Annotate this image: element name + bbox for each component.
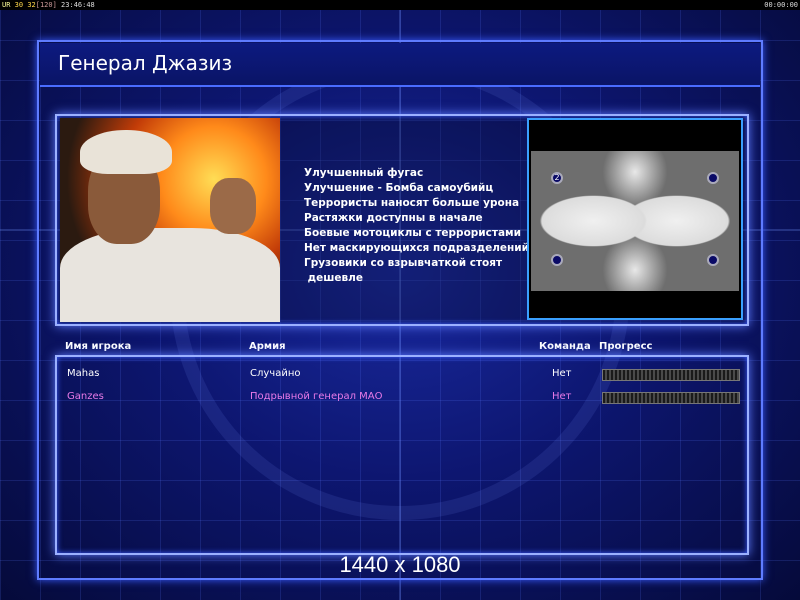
general-portrait — [60, 118, 280, 322]
stat-c: 32 — [27, 1, 36, 9]
desc-line: дешевле — [304, 272, 363, 284]
player-army: Подрывной генерал МАО — [250, 391, 383, 402]
desc-line: Растяжки доступны в начале — [304, 212, 483, 224]
load-progress-bar — [602, 369, 740, 381]
map-terrain — [531, 151, 739, 291]
game-timer: 00:00:00 — [764, 1, 798, 9]
desc-line: Улучшенный фугас — [304, 167, 424, 179]
debug-status-bar: UR 30 32[120] 23:46:48 00:00:00 — [0, 0, 800, 10]
player-team: Нет — [552, 368, 572, 379]
players-table: Mahas Случайно Нет Ganzes Подрывной гене… — [55, 355, 749, 555]
desc-line: Террористы наносят больше урона — [304, 197, 520, 209]
start-position-label: 2 — [554, 173, 560, 182]
col-team: Команда — [539, 341, 591, 352]
col-progress: Прогресс — [599, 341, 653, 352]
start-position-4[interactable] — [707, 254, 719, 266]
player-row: Mahas Случайно Нет — [57, 364, 751, 384]
stat-a: UR — [2, 1, 11, 9]
general-title: Генерал Джазиз — [58, 51, 233, 75]
player-team: Нет — [552, 391, 572, 402]
portrait-hand — [210, 178, 256, 234]
player-row: Ganzes Подрывной генерал МАО Нет — [57, 387, 751, 407]
start-position-2[interactable] — [707, 172, 719, 184]
col-army: Армия — [249, 341, 286, 352]
load-progress-bar — [602, 392, 740, 404]
start-position-1[interactable]: 2 — [551, 172, 563, 184]
portrait-turban — [80, 130, 172, 174]
desc-line: Нет маскирующихся подразделений — [304, 242, 529, 254]
desc-line: Улучшение - Бомба самоубийц — [304, 182, 494, 194]
resolution-caption: 1440 x 1080 — [339, 552, 461, 577]
portrait-robe — [60, 228, 280, 322]
stat-d: [120] — [35, 1, 57, 9]
general-description: Улучшенный фугас Улучшение - Бомба самоу… — [304, 166, 529, 286]
map-preview[interactable]: 2 — [527, 118, 743, 320]
player-name: Mahas — [67, 368, 100, 379]
player-army: Случайно — [250, 368, 301, 379]
start-position-3[interactable] — [551, 254, 563, 266]
clock: 23:46:48 — [61, 1, 95, 9]
stat-b: 30 — [14, 1, 24, 9]
player-name: Ganzes — [67, 391, 104, 402]
desc-line: Боевые мотоциклы с террористами — [304, 227, 521, 239]
fps-stats: UR 30 32[120] 23:46:48 — [2, 0, 95, 10]
title-bar: Генерал Джазиз — [40, 43, 760, 87]
desc-line: Грузовики со взрывчаткой стоят — [304, 257, 503, 269]
col-player-name: Имя игрока — [65, 341, 132, 352]
